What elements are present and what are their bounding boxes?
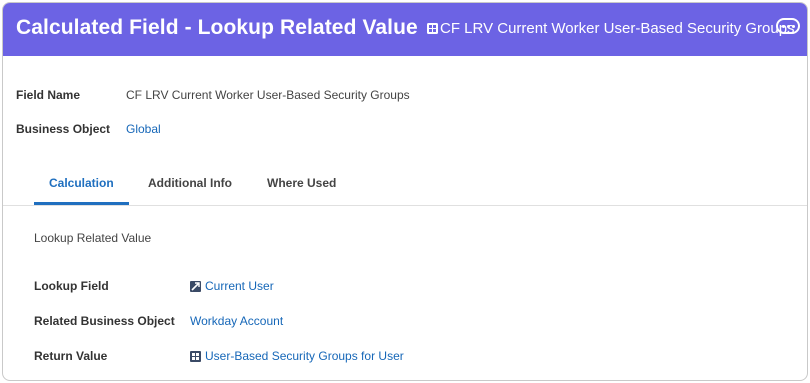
return-value-value: User-Based Security Groups for User [205, 349, 404, 363]
lookup-field-label: Lookup Field [34, 279, 109, 293]
related-business-object-value: Workday Account [190, 314, 284, 328]
grid-icon [190, 350, 201, 362]
tab-additional-info[interactable]: Additional Info [148, 176, 232, 190]
field-icon [190, 280, 201, 292]
return-value-link[interactable]: User-Based Security Groups for User [190, 349, 404, 363]
tab-bar: Calculation Additional Info Where Used [3, 168, 807, 206]
section-title: Lookup Related Value [34, 231, 152, 245]
related-business-object-label: Related Business Object [34, 314, 175, 328]
tab-where-used[interactable]: Where Used [267, 176, 336, 190]
active-tab-indicator [34, 202, 129, 205]
return-value-label: Return Value [34, 349, 108, 363]
business-object-link[interactable]: Global [126, 122, 161, 136]
header-object-link[interactable]: CF LRV Current Worker User-Based Securit… [427, 20, 795, 37]
page-title: Calculated Field - Lookup Related Value [16, 16, 418, 39]
lookup-field-value: Current User [205, 279, 274, 293]
ellipsis-icon[interactable] [776, 18, 800, 34]
header-object-name: CF LRV Current Worker User-Based Securit… [440, 20, 795, 37]
tab-calculation[interactable]: Calculation [49, 176, 114, 190]
calculated-field-card: Calculated Field - Lookup Related Value … [2, 2, 808, 381]
field-name-label: Field Name [16, 88, 81, 102]
page-header: Calculated Field - Lookup Related Value … [3, 3, 807, 56]
related-business-object-link[interactable]: Workday Account [190, 314, 283, 328]
field-name-value: CF LRV Current Worker User-Based Securit… [126, 88, 410, 102]
grid-icon [427, 23, 438, 34]
business-object-label: Business Object [16, 122, 111, 136]
lookup-field-link[interactable]: Current User [190, 279, 274, 293]
